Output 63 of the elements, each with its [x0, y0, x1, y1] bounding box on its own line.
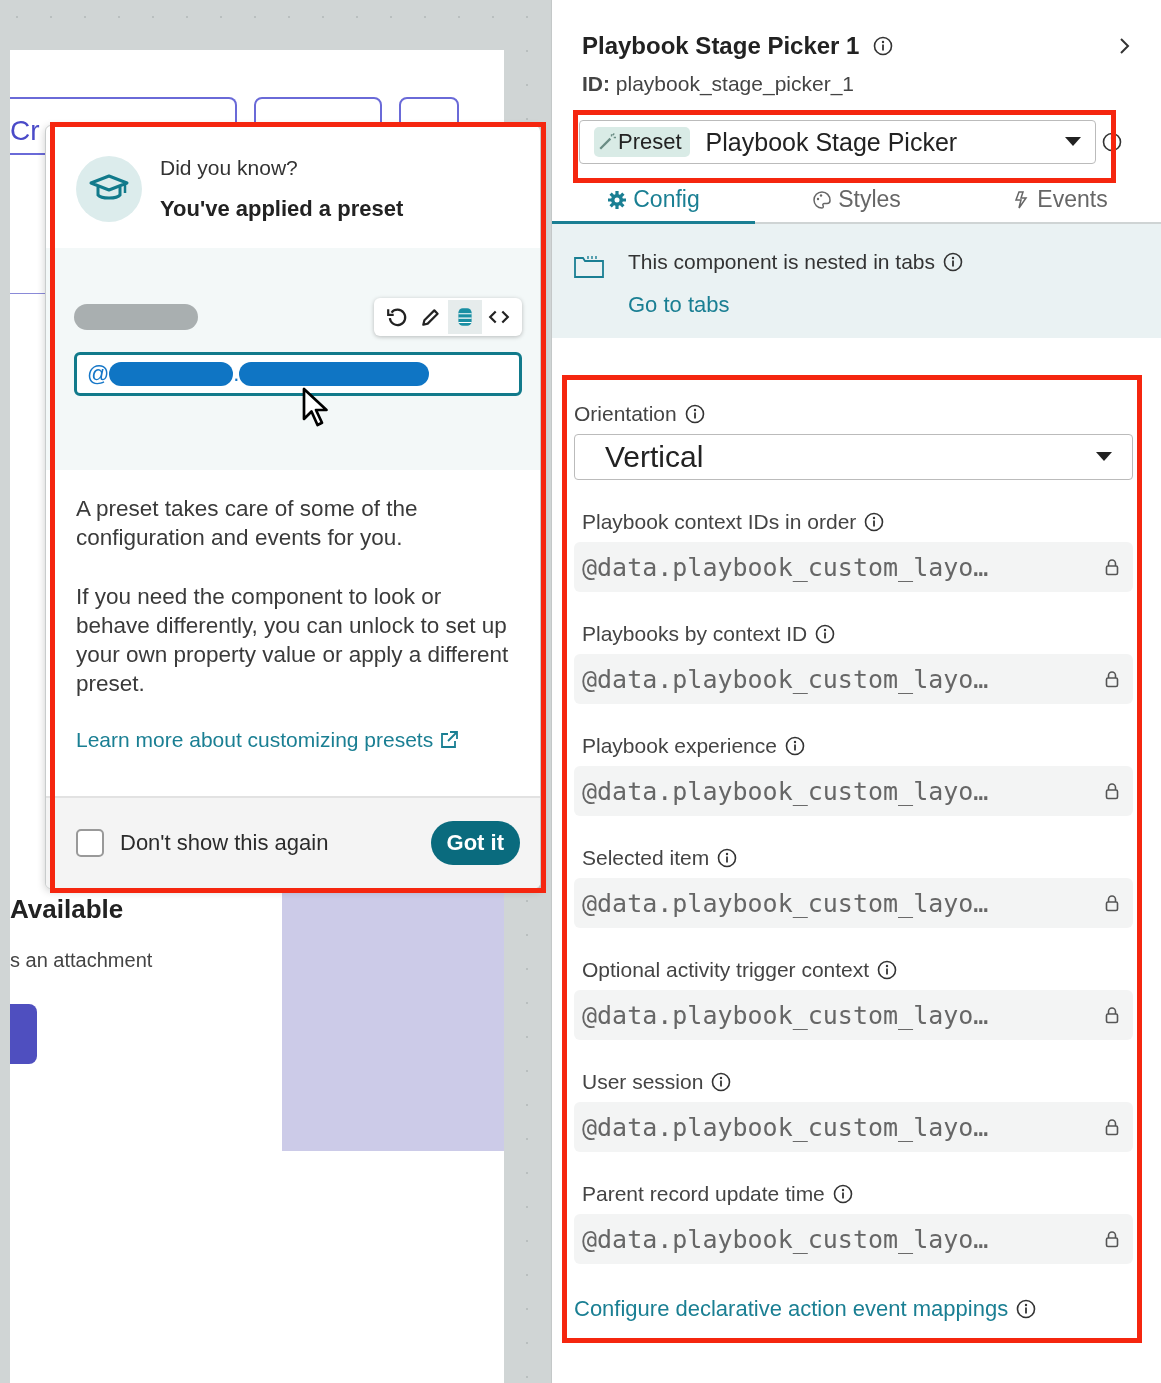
- configure-mappings-link[interactable]: Configure declarative action event mappings: [574, 1296, 1009, 1322]
- description-text: s an attachment: [10, 949, 154, 972]
- lock-icon: [1105, 1006, 1119, 1024]
- locked-field[interactable]: @data.playbook_custom_layo…: [574, 1102, 1133, 1152]
- checkbox-label: Don't show this again: [120, 830, 329, 856]
- banner-text: This component is nested in tabs: [628, 250, 935, 274]
- field-label: Playbook context IDs in order: [582, 510, 857, 534]
- field-label: Orientation: [574, 402, 677, 426]
- info-icon[interactable]: [832, 1184, 853, 1204]
- field-label: Parent record update time: [582, 1182, 825, 1206]
- field-label: Selected item: [582, 846, 710, 870]
- info-icon[interactable]: [864, 512, 885, 532]
- locked-field[interactable]: @data.playbook_custom_layo…: [574, 990, 1133, 1040]
- palette-icon: [812, 189, 833, 210]
- go-to-tabs-link[interactable]: Go to tabs: [628, 292, 730, 318]
- popover-paragraph: If you need the component to look or behave differently, you can unlock to set up your own property value or apply a different preset.: [76, 583, 510, 698]
- info-icon[interactable]: [711, 1072, 732, 1092]
- info-icon[interactable]: [877, 960, 898, 980]
- popover-eyebrow: Did you know?: [160, 156, 299, 180]
- lock-icon: [1105, 558, 1119, 576]
- info-icon[interactable]: [943, 252, 963, 272]
- info-icon[interactable]: [873, 36, 894, 56]
- locked-field[interactable]: @data.playbook_custom_layo…: [574, 1214, 1133, 1264]
- lock-icon: [1105, 894, 1119, 912]
- learn-more-link[interactable]: Learn more about customizing presets: [76, 728, 460, 752]
- popover-paragraph: A preset takes care of some of the configuration and events for you.: [76, 495, 419, 552]
- folder-icon: [574, 254, 604, 278]
- locked-field[interactable]: @data.playbook_custom_layo…: [574, 878, 1133, 928]
- locked-field[interactable]: @data.playbook_custom_layo…: [574, 542, 1133, 592]
- section-heading: Available: [10, 894, 125, 925]
- popover-title: You've applied a preset: [160, 196, 404, 222]
- info-icon[interactable]: [1016, 1299, 1037, 1319]
- lock-icon: [1105, 1230, 1119, 1248]
- preset-dropdown[interactable]: Preset Playbook Stage Picker: [579, 120, 1096, 164]
- field-label: User session: [582, 1070, 704, 1094]
- caret-icon: [1096, 452, 1112, 462]
- preset-badge: Preset: [594, 127, 690, 157]
- component-title: Playbook Stage Picker 1: [582, 32, 860, 60]
- lock-icon: [1105, 782, 1119, 800]
- info-icon[interactable]: [815, 624, 836, 644]
- field-label: Optional activity trigger context: [582, 958, 870, 982]
- locked-field[interactable]: @data.playbook_custom_layo…: [574, 766, 1133, 816]
- field-label: Playbook experience: [582, 734, 777, 758]
- tab[interactable]: Styles: [755, 178, 958, 224]
- component-id: ID: playbook_stage_picker_1: [581, 71, 855, 96]
- checkbox[interactable]: [76, 829, 104, 857]
- info-icon[interactable]: [717, 848, 738, 868]
- orientation-select[interactable]: Vertical: [574, 434, 1133, 480]
- info-icon[interactable]: [784, 736, 805, 756]
- tab[interactable]: Events: [958, 178, 1161, 224]
- field-label: Playbooks by context ID: [582, 622, 808, 646]
- chevron-right-icon[interactable]: [1119, 36, 1131, 56]
- info-icon[interactable]: [1102, 132, 1122, 152]
- locked-field[interactable]: @data.playbook_custom_layo…: [574, 654, 1133, 704]
- external-link-icon: [439, 730, 460, 750]
- info-icon[interactable]: [684, 404, 705, 424]
- gear-icon: [607, 189, 628, 210]
- lock-icon: [1105, 1118, 1119, 1136]
- caret-icon: [1065, 137, 1081, 147]
- wand-icon: [598, 133, 616, 151]
- binding-field: @ .: [74, 352, 522, 396]
- got-it-button[interactable]: Got it: [430, 821, 520, 865]
- lock-icon: [1105, 670, 1119, 688]
